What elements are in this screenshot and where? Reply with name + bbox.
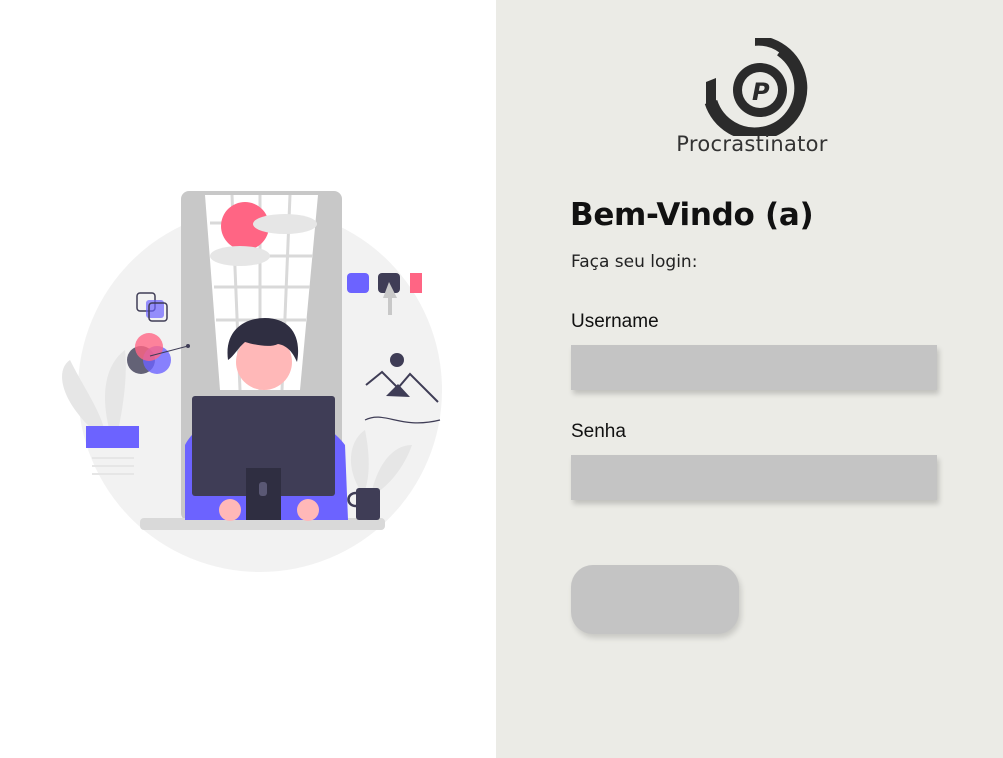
headphones-logo-icon: P <box>704 38 808 136</box>
person-at-computer-illustration <box>62 191 442 572</box>
page-title: Bem-Vindo (a) <box>570 197 814 233</box>
brand-logo: P Procrastinator <box>672 38 832 162</box>
page-subtitle: Faça seu login: <box>571 252 698 272</box>
username-label: Username <box>571 311 659 332</box>
brand-name: Procrastinator <box>676 132 828 156</box>
logo-letter: P <box>752 78 770 106</box>
password-label: Senha <box>571 421 626 442</box>
login-button[interactable] <box>571 565 739 634</box>
username-input[interactable] <box>571 345 937 390</box>
illustration-panel <box>0 0 496 758</box>
password-input[interactable] <box>571 455 937 500</box>
login-panel: P Procrastinator Bem-Vindo (a) Faça seu … <box>496 0 1003 758</box>
